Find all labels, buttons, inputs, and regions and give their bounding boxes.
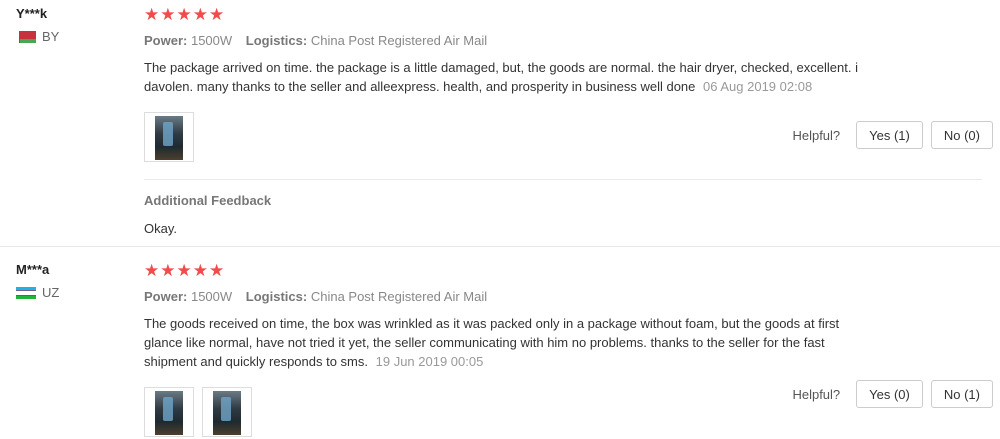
power-value: 1500W — [190, 289, 233, 304]
photo-image — [155, 116, 183, 160]
star-rating: ★★★★★ — [144, 261, 226, 280]
reviewer-country: BY — [16, 29, 126, 44]
additional-feedback-title: Additional Feedback — [144, 193, 272, 208]
review-content: ★★★★★ Power: 1500W Logistics: China Post… — [144, 262, 982, 439]
review-photo-thumbnail[interactable] — [202, 387, 252, 437]
review-item: Y***k BY ★★★★★ Power: 1500W Logistics: C… — [0, 0, 1000, 247]
uzbekistan-flag-icon — [16, 286, 36, 299]
product-attributes: Power: 1500W Logistics: China Post Regis… — [144, 289, 982, 304]
helpful-controls: Helpful? Yes (1) No (0) — [792, 121, 993, 149]
helpful-yes-button[interactable]: Yes (1) — [856, 121, 923, 149]
power-value: 1500W — [190, 33, 233, 48]
helpful-label: Helpful? — [792, 127, 841, 143]
logistics-label: Logistics: — [245, 33, 308, 48]
product-attributes: Power: 1500W Logistics: China Post Regis… — [144, 33, 982, 48]
helpful-no-button[interactable]: No (0) — [930, 121, 993, 149]
reviewer-info: M***a UZ — [16, 262, 126, 300]
logistics-label: Logistics: — [245, 289, 308, 304]
helpful-no-button[interactable]: No (1) — [930, 380, 993, 408]
additional-feedback-text: Okay. — [144, 221, 177, 236]
divider — [144, 179, 982, 180]
review-photo-thumbnail[interactable] — [144, 112, 194, 162]
photo-image — [213, 391, 241, 435]
helpful-label: Helpful? — [792, 386, 841, 402]
power-label: Power: — [144, 289, 188, 304]
logistics-value: China Post Registered Air Mail — [310, 33, 488, 48]
belarus-flag-icon — [16, 30, 36, 43]
review-date: 19 Jun 2019 00:05 — [375, 354, 484, 369]
logistics-value: China Post Registered Air Mail — [310, 289, 488, 304]
country-code: BY — [42, 29, 60, 44]
reviewer-country: UZ — [16, 285, 126, 300]
star-rating: ★★★★★ — [144, 5, 226, 24]
review-body: The goods received on time, the box was … — [144, 316, 840, 369]
power-label: Power: — [144, 33, 188, 48]
review-text: The goods received on time, the box was … — [144, 314, 874, 371]
country-code: UZ — [42, 285, 60, 300]
helpful-yes-button[interactable]: Yes (0) — [856, 380, 923, 408]
review-photo-thumbnail[interactable] — [144, 387, 194, 437]
reviewer-name: Y***k — [16, 6, 48, 21]
reviewer-info: Y***k BY — [16, 6, 126, 44]
review-text: The package arrived on time. the package… — [144, 58, 874, 96]
helpful-controls: Helpful? Yes (0) No (1) — [792, 380, 993, 408]
reviewer-name: M***a — [16, 262, 50, 277]
review-item: M***a UZ ★★★★★ Power: 1500W Logistics: C… — [0, 247, 1000, 437]
review-date: 06 Aug 2019 02:08 — [703, 79, 813, 94]
photo-image — [155, 391, 183, 435]
